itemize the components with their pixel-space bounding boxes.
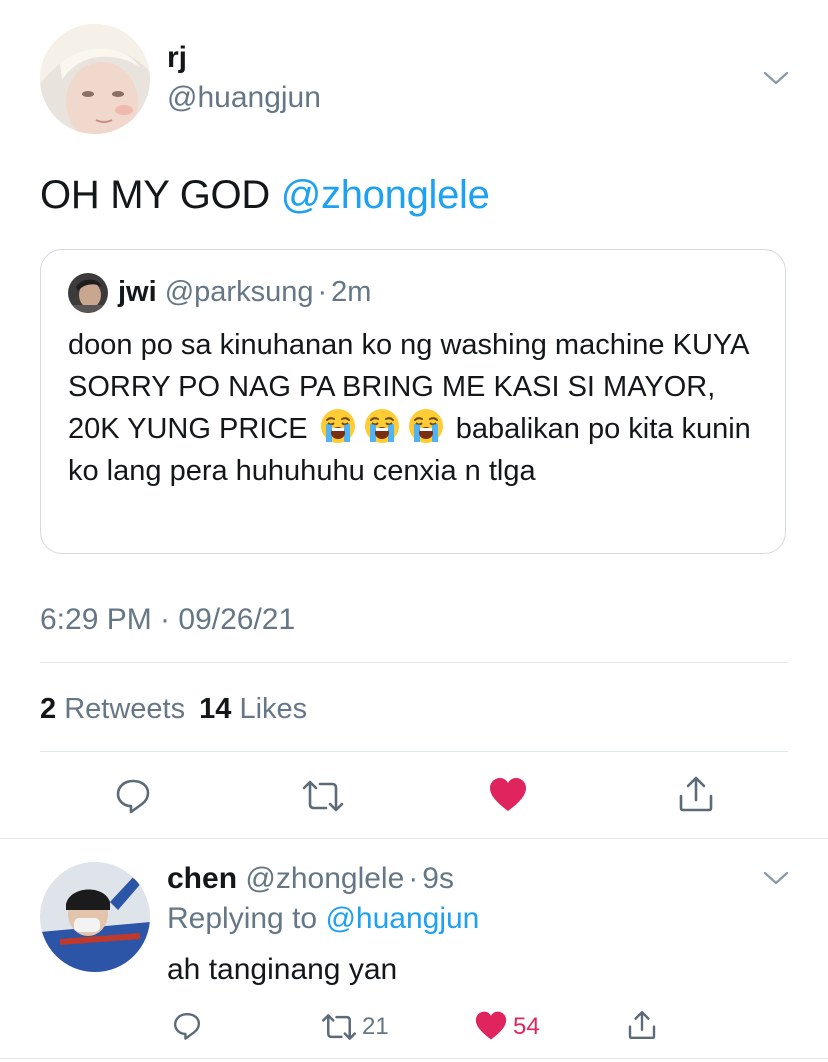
share-icon[interactable] [676,774,716,814]
reply-icon[interactable] [172,1010,204,1042]
mention-link[interactable]: @zhonglele [281,173,490,217]
author-handle[interactable]: @huangjun [167,80,321,116]
replying-to-label: Replying to [167,902,318,935]
like-count: 54 [513,1013,540,1040]
quoted-time: 2m [331,276,372,308]
quoted-tweet-text: doon po sa kinuhanan ko ng washing machi… [68,324,768,492]
author-name[interactable]: rj [167,40,187,76]
quoted-author-name[interactable]: jwi [118,276,157,308]
loudly-crying-face-icon [316,408,360,444]
replying-to-handle[interactable]: @huangjun [325,902,479,935]
reply-header: chen @zhonglele · 9s [167,860,454,898]
divider [40,662,788,663]
like-icon-filled[interactable] [488,776,528,814]
reply-time: 9s [422,862,454,895]
replying-to: Replying to @huangjun [167,900,479,938]
tweet-text: OH MY GOD @zhonglele [40,170,490,220]
tweet-text-plain: OH MY GOD [40,173,281,217]
retweets-label[interactable]: Retweets [64,693,185,725]
reply-author-handle[interactable]: @zhonglele [245,862,404,895]
reply-author-avatar[interactable] [40,862,150,972]
share-icon[interactable] [626,1008,658,1042]
author-avatar[interactable] [40,24,150,134]
likes-count[interactable]: 14 [199,693,231,725]
engagement-stats: 2 Retweets 14 Likes [40,690,307,728]
divider [40,751,788,752]
separator-dot: · [317,276,328,308]
tweet-timestamp: 6:29 PM · 09/26/21 [40,603,296,636]
retweet-icon[interactable] [320,1012,358,1042]
like-icon-filled[interactable] [474,1010,508,1042]
separator-dot: · [408,862,419,895]
quoted-tweet-header: jwi @parksung · 2m [118,274,371,310]
divider [0,838,828,839]
divider [0,1058,828,1059]
loudly-crying-face-icon [360,408,404,444]
reply-author-name[interactable]: chen [167,862,237,895]
chevron-down-icon[interactable] [763,870,789,886]
retweets-count[interactable]: 2 [40,693,56,725]
quoted-author-handle[interactable]: @parksung [165,276,314,308]
likes-label[interactable]: Likes [239,693,307,725]
retweet-icon[interactable] [300,778,346,814]
loudly-crying-face-icon [404,408,448,444]
quoted-author-avatar[interactable] [68,273,108,313]
reply-icon[interactable] [114,776,154,816]
retweet-count: 21 [362,1013,389,1040]
reply-text: ah tanginang yan [167,953,398,986]
chevron-down-icon[interactable] [763,70,789,86]
